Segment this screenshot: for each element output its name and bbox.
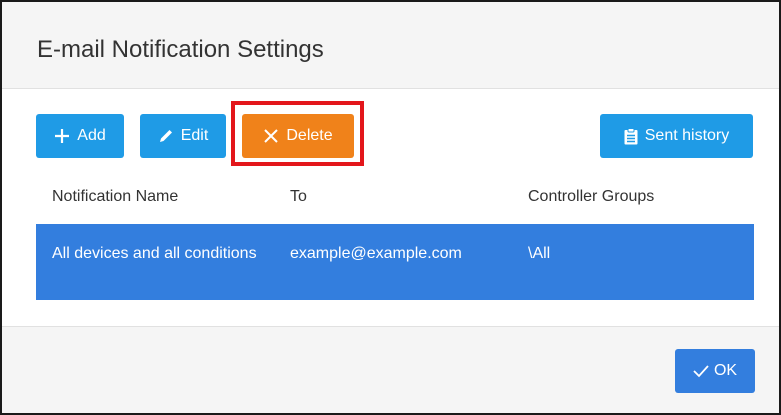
row-notification-name: All devices and all conditions <box>52 245 257 262</box>
dialog-header: E-mail Notification Settings <box>2 2 779 89</box>
column-header-notification-name[interactable]: Notification Name <box>52 188 178 206</box>
dialog-title: E-mail Notification Settings <box>37 36 324 63</box>
table-row[interactable]: All devices and all conditions example@e… <box>36 224 754 300</box>
ok-button-label: OK <box>713 362 738 379</box>
column-header-controller-groups[interactable]: Controller Groups <box>528 188 654 206</box>
sent-history-button-label: Sent history <box>644 127 730 144</box>
x-icon <box>263 128 279 144</box>
checkmark-icon <box>693 364 709 378</box>
clipboard-icon <box>624 127 638 145</box>
sent-history-button[interactable]: Sent history <box>600 114 753 158</box>
email-notification-dialog: E-mail Notification Settings Add Edit De… <box>0 0 781 415</box>
row-controller-groups: \All <box>528 245 551 262</box>
delete-button[interactable]: Delete <box>242 114 354 158</box>
column-header-to[interactable]: To <box>290 188 307 206</box>
add-button[interactable]: Add <box>36 114 124 158</box>
pencil-icon <box>158 128 174 144</box>
delete-button-label: Delete <box>286 127 333 144</box>
plus-icon <box>54 128 70 144</box>
dialog-footer <box>2 326 779 413</box>
edit-button-label: Edit <box>180 127 209 144</box>
row-to: example@example.com <box>290 245 462 262</box>
add-button-label: Add <box>77 127 106 144</box>
edit-button[interactable]: Edit <box>140 114 226 158</box>
ok-button[interactable]: OK <box>675 349 755 393</box>
